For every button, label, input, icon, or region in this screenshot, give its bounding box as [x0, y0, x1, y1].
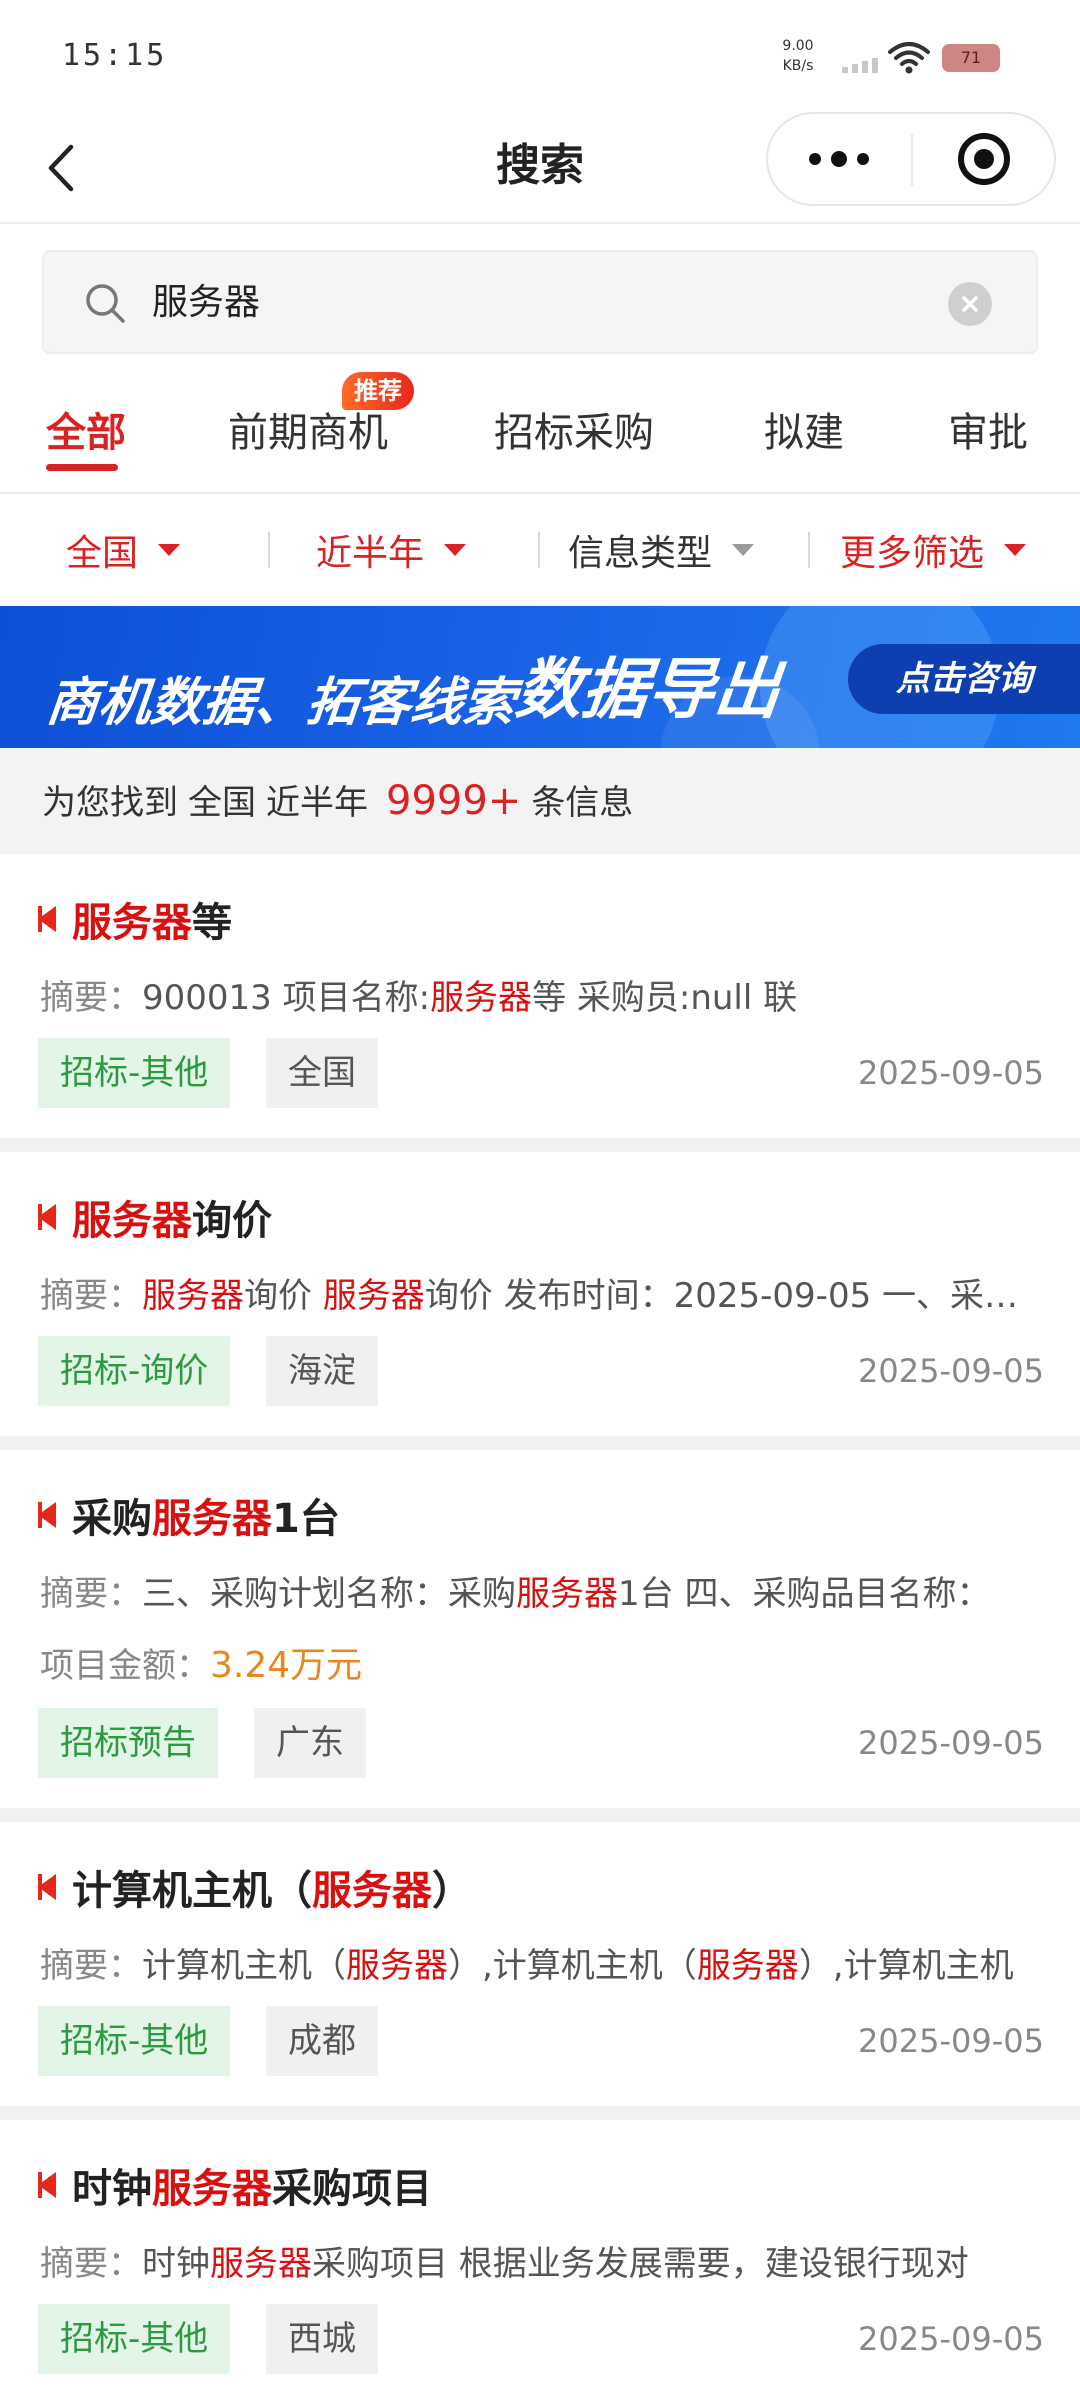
- result-summary-text: 摘要：计算机主机（服务器）,计算机主机（服务器）,计算机主机: [40, 1946, 1014, 1986]
- result-date: 2025-09-05: [858, 1054, 1044, 1092]
- dropdown-triangle-icon: [732, 544, 755, 556]
- result-card[interactable]: 计算机主机（服务器） 摘要：计算机主机（服务器）,计算机主机（服务器）,计算机主…: [0, 1822, 1080, 2106]
- filter-info-type[interactable]: 信息类型: [568, 494, 755, 606]
- result-title: 时钟服务器采购项目: [72, 2166, 432, 2212]
- back-button[interactable]: [30, 128, 90, 208]
- summary-prefix: 为您找到: [42, 783, 178, 823]
- result-region-tag: 海淀: [266, 1336, 378, 1406]
- search-icon: [86, 284, 125, 323]
- result-card[interactable]: 采购服务器1台 摘要：三、采购计划名称：采购服务器1台 四、采购品目名称： 项目…: [0, 1450, 1080, 1808]
- result-card[interactable]: 服务器等 摘要：900013 项目名称:服务器等 采购员:null 联 招标-其…: [0, 854, 1080, 1138]
- result-count: 9999+: [386, 778, 522, 824]
- banner-consult-button[interactable]: 点击咨询: [848, 644, 1080, 714]
- tab-proposed[interactable]: 拟建: [764, 400, 844, 458]
- result-region-tag: 成都: [266, 2006, 378, 2076]
- tab-tender-procurement[interactable]: 招标采购: [494, 400, 654, 458]
- summary-region: 全国: [188, 783, 256, 823]
- result-date: 2025-09-05: [858, 2320, 1044, 2358]
- network-speed-unit: KB/s: [782, 58, 814, 74]
- active-tab-indicator: [46, 464, 118, 471]
- result-summary-text: 摘要：时钟服务器采购项目 根据业务发展需要，建设银行现对: [40, 2244, 969, 2284]
- result-region-tag: 广东: [254, 1708, 366, 1778]
- project-amount: 项目金额：3.24万元: [40, 1645, 363, 1686]
- filter-bar: 全国 近半年 信息类型 更多筛选: [0, 494, 1080, 606]
- tab-all[interactable]: 全部: [46, 400, 126, 458]
- mini-program-capsule: [766, 112, 1056, 206]
- result-summary-text: 摘要：900013 项目名称:服务器等 采购员:null 联: [40, 978, 798, 1018]
- result-type-tag: 招标-其他: [38, 1038, 231, 1108]
- result-title: 计算机主机（服务器）: [72, 1868, 472, 1914]
- filter-period[interactable]: 近半年: [316, 494, 467, 606]
- dropdown-triangle-icon: [158, 544, 181, 556]
- result-summary-text: 摘要：三、采购计划名称：采购服务器1台 四、采购品目名称：: [40, 1574, 991, 1614]
- filter-region-label: 全国: [66, 533, 139, 574]
- category-tabs: 全部 前期商机 推荐 招标采购 拟建 审批: [0, 370, 1080, 494]
- flag-icon: [38, 1204, 56, 1230]
- close-mini-program-button[interactable]: [914, 114, 1054, 204]
- recommend-badge: 推荐: [342, 372, 414, 410]
- filter-region[interactable]: 全国: [66, 494, 181, 606]
- signal-icon: [842, 58, 878, 73]
- search-box[interactable]: [42, 250, 1038, 354]
- result-date: 2025-09-05: [858, 2022, 1044, 2060]
- dropdown-triangle-icon: [1004, 544, 1027, 556]
- result-date: 2025-09-05: [858, 1724, 1044, 1762]
- result-summary: 为您找到 全国 近半年 9999+ 条信息: [0, 748, 1080, 854]
- filter-period-label: 近半年: [316, 533, 425, 574]
- filter-info-type-label: 信息类型: [568, 533, 713, 574]
- battery-icon: 71: [942, 44, 1000, 72]
- network-speed-value: 9.00: [782, 38, 814, 54]
- summary-suffix: 条信息: [531, 783, 634, 823]
- result-date: 2025-09-05: [858, 1352, 1044, 1390]
- result-region-tag: 全国: [266, 1038, 378, 1108]
- search-area: [0, 224, 1080, 370]
- status-bar: 15:15 9.00 KB/s 71: [0, 0, 1080, 110]
- filter-divider: [538, 532, 540, 568]
- result-type-tag: 招标预告: [38, 1708, 218, 1778]
- search-input[interactable]: [152, 252, 952, 352]
- flag-icon: [38, 906, 56, 932]
- target-circle-icon: [958, 133, 1010, 185]
- result-type-tag: 招标-其他: [38, 2006, 231, 2076]
- result-title: 采购服务器1台: [72, 1496, 340, 1542]
- network-speed: 9.00 KB/s: [774, 36, 822, 76]
- battery-level: 71: [960, 48, 982, 67]
- promo-banner[interactable]: 商机数据、拓客线索数据导出 点击咨询: [0, 606, 1080, 748]
- result-title: 服务器等: [72, 900, 232, 946]
- banner-text-big: 数据导出: [512, 651, 785, 728]
- result-summary-text: 摘要：服务器询价 服务器询价 发布时间：2025-09-05 一、采购人: [40, 1276, 1040, 1316]
- back-arrow-icon: [48, 144, 74, 192]
- result-type-tag: 招标-询价: [38, 1336, 231, 1406]
- result-card[interactable]: 服务器询价 摘要：服务器询价 服务器询价 发布时间：2025-09-05 一、采…: [0, 1152, 1080, 1436]
- close-icon: [962, 296, 978, 312]
- summary-period: 近半年: [266, 783, 368, 823]
- flag-icon: [38, 1502, 56, 1528]
- filter-more[interactable]: 更多筛选: [840, 494, 1027, 606]
- more-button[interactable]: [768, 114, 910, 204]
- filter-divider: [268, 532, 270, 568]
- flag-icon: [38, 1874, 56, 1900]
- filter-divider: [808, 532, 810, 568]
- banner-text-main: 商机数据、拓客线索: [43, 673, 519, 733]
- banner-headline: 商机数据、拓客线索数据导出: [43, 644, 785, 740]
- capsule-divider: [911, 134, 913, 186]
- dropdown-triangle-icon: [444, 544, 467, 556]
- wifi-icon: [888, 42, 930, 74]
- clear-search-button[interactable]: [948, 282, 992, 326]
- status-time: 15:15: [62, 38, 168, 73]
- result-type-tag: 招标-其他: [38, 2304, 231, 2374]
- filter-more-label: 更多筛选: [840, 533, 985, 574]
- more-dots-icon: [809, 151, 869, 167]
- tab-approval[interactable]: 审批: [948, 400, 1028, 458]
- flag-icon: [38, 2172, 56, 2198]
- result-region-tag: 西城: [266, 2304, 378, 2374]
- result-card[interactable]: 时钟服务器采购项目 摘要：时钟服务器采购项目 根据业务发展需要，建设银行现对 招…: [0, 2120, 1080, 2388]
- title-bar: 搜索: [0, 110, 1080, 224]
- result-title: 服务器询价: [72, 1198, 272, 1244]
